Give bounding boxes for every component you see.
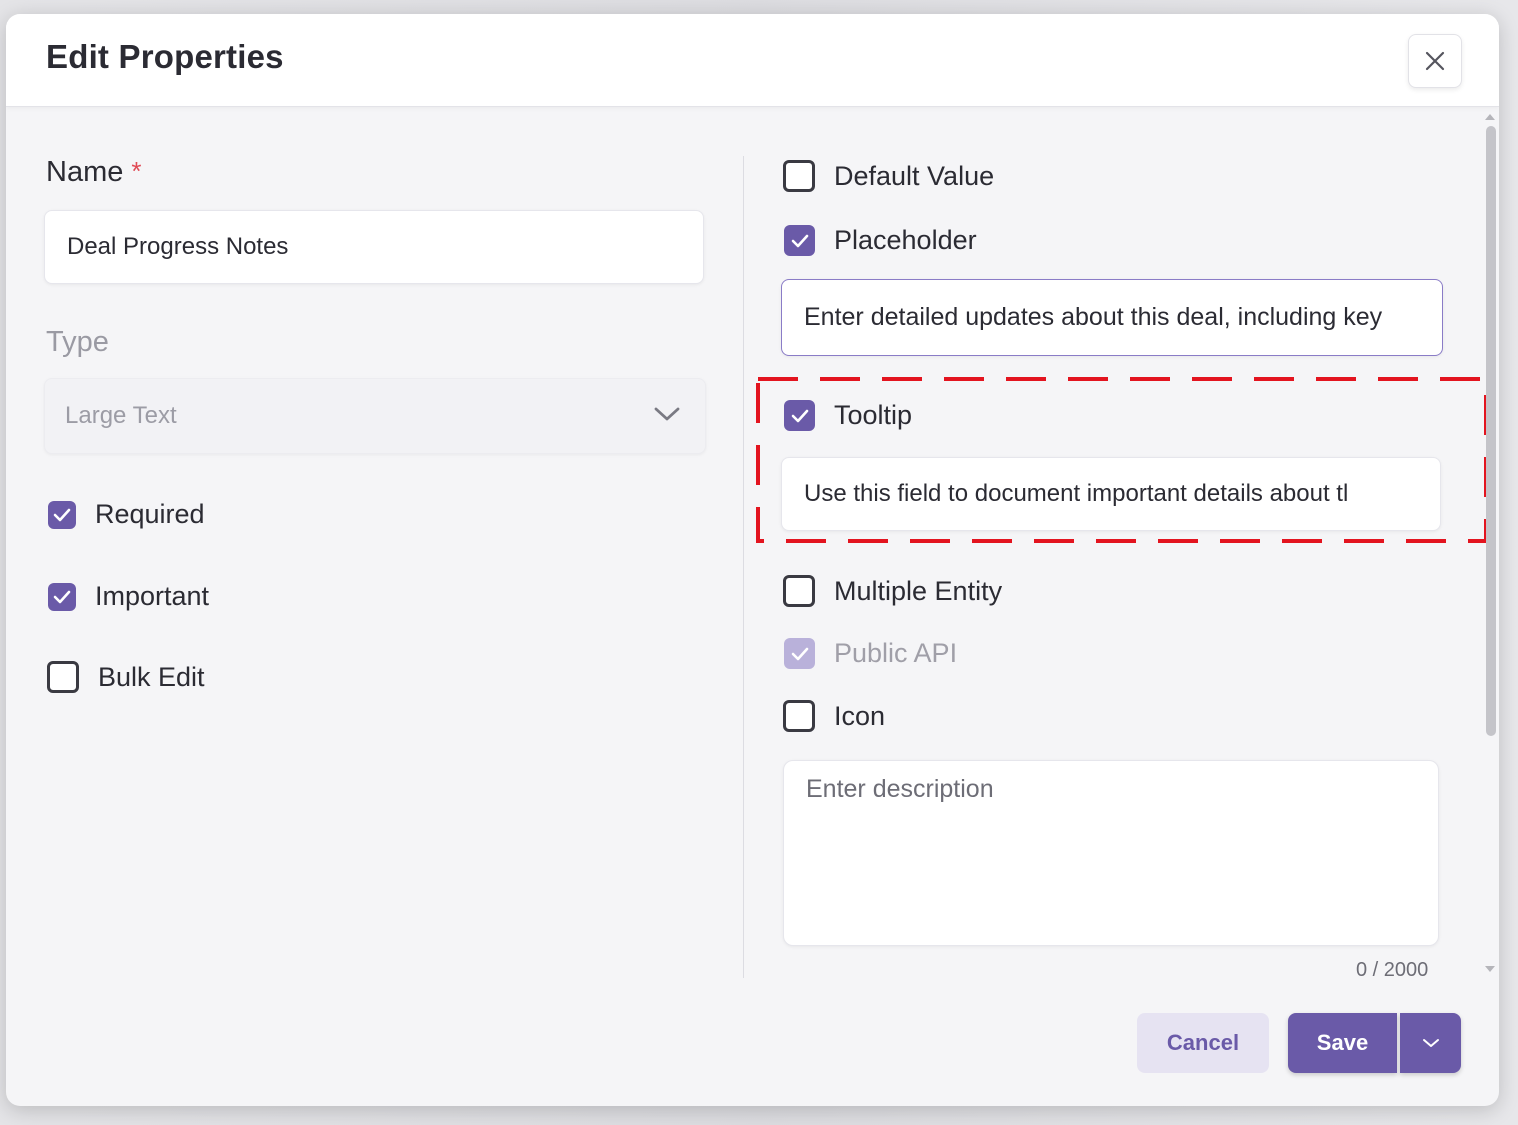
required-checkbox[interactable]: Required [48,499,205,530]
close-icon [1425,51,1445,71]
checkbox-checked-disabled-icon [784,638,815,669]
checkbox-checked-icon [784,225,815,256]
dialog-title: Edit Properties [46,38,284,75]
save-button[interactable]: Save [1288,1013,1397,1073]
description-placeholder: Enter description [806,775,994,803]
tooltip-checkbox[interactable]: Tooltip [784,400,912,431]
placeholder-label: Placeholder [834,225,977,255]
icon-checkbox[interactable]: Icon [783,700,885,732]
scrollbar-thumb[interactable] [1486,126,1496,736]
chevron-down-icon [1422,1039,1439,1047]
name-input[interactable]: Deal Progress Notes [44,210,704,284]
important-checkbox[interactable]: Important [48,581,209,612]
required-label: Required [95,499,205,529]
cancel-button[interactable]: Cancel [1137,1013,1269,1073]
edit-properties-dialog: Edit Properties Name * Deal Progress Note… [6,14,1499,1106]
type-select[interactable]: Large Text [44,378,706,454]
checkbox-unchecked-icon [783,700,815,732]
checkbox-checked-icon [48,500,76,529]
description-textarea[interactable]: Enter description [783,760,1439,946]
placeholder-input[interactable]: Enter detailed updates about this deal, … [781,279,1443,356]
checkbox-checked-icon [784,400,815,431]
character-counter: 0 / 2000 [1356,959,1429,981]
default-value-checkbox[interactable]: Default Value [783,160,994,192]
checkbox-unchecked-icon [783,575,815,607]
tooltip-input[interactable]: Use this field to document important det… [781,457,1441,531]
checkbox-unchecked-icon [47,661,79,693]
multiple-entity-checkbox[interactable]: Multiple Entity [783,575,1002,607]
bulk-edit-checkbox[interactable]: Bulk Edit [47,661,205,693]
default-value-label: Default Value [834,160,995,191]
chevron-down-icon [654,407,680,421]
name-label: Name * [46,156,141,189]
column-divider [743,156,744,978]
multiple-entity-label: Multiple Entity [834,575,1003,606]
vertical-scrollbar[interactable] [1481,112,1499,980]
dialog-header: Edit Properties [6,14,1499,107]
type-select-value: Large Text [65,402,177,429]
icon-label: Icon [834,700,886,731]
tooltip-label: Tooltip [834,400,913,430]
scroll-up-arrow-icon [1485,114,1495,120]
close-button[interactable] [1408,34,1462,88]
placeholder-checkbox[interactable]: Placeholder [784,225,977,256]
bulk-edit-label: Bulk Edit [98,661,205,692]
public-api-label: Public API [834,638,958,668]
type-label: Type [46,326,109,358]
save-options-dropdown-button[interactable] [1400,1013,1461,1073]
public-api-checkbox: Public API [784,638,957,669]
scroll-down-arrow-icon [1485,966,1495,972]
checkbox-checked-icon [48,582,76,611]
required-star: * [131,156,142,186]
important-label: Important [95,581,210,611]
name-label-text: Name [46,156,124,188]
checkbox-unchecked-icon [783,160,815,192]
